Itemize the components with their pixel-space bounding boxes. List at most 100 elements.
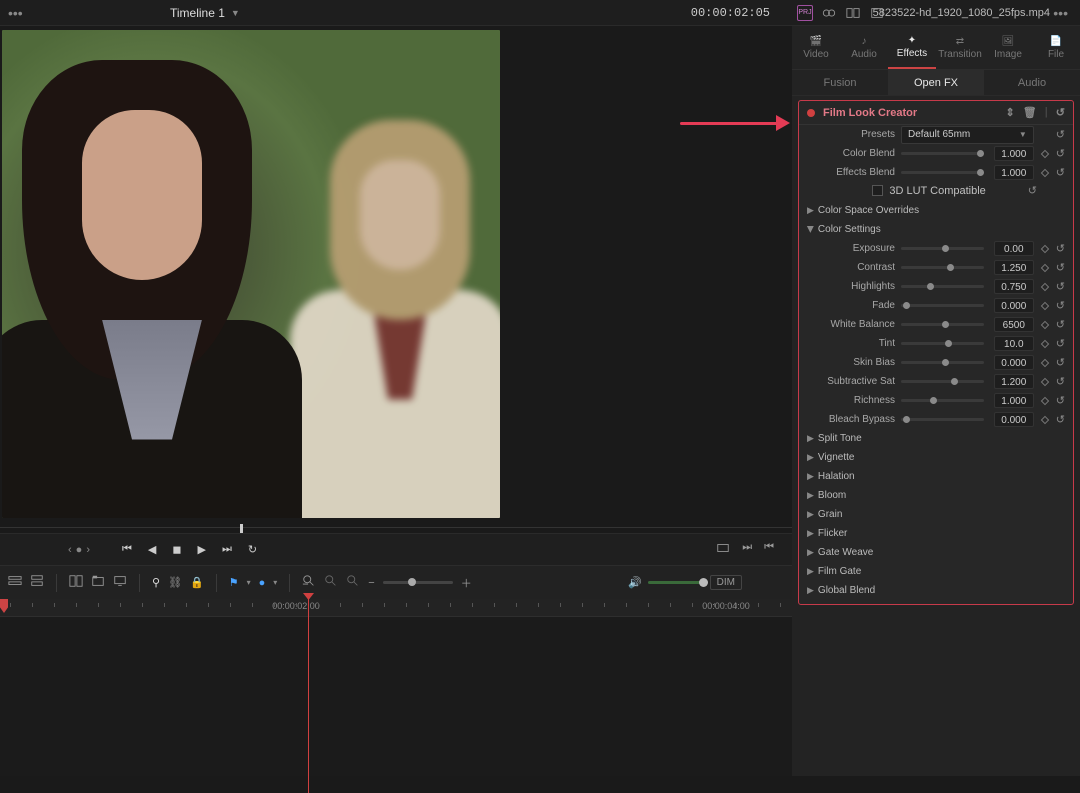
param-slider[interactable]: [901, 399, 984, 402]
inspector-tab-effects[interactable]: ✦Effects: [888, 26, 936, 69]
param-value[interactable]: 0.000: [994, 412, 1034, 427]
timeline-area[interactable]: 00:00:02:0000:00:04:00: [0, 599, 792, 776]
reset-icon[interactable]: ↺: [1056, 261, 1065, 274]
timeline-view-options-icon[interactable]: [8, 574, 22, 591]
reset-icon[interactable]: ↺: [1056, 318, 1065, 331]
bypass-icon[interactable]: [821, 5, 837, 21]
param-value[interactable]: 0.000: [994, 298, 1034, 313]
param-slider[interactable]: [901, 418, 984, 421]
section-grain[interactable]: ▶Grain: [799, 505, 1073, 524]
match-frame-icon[interactable]: [716, 541, 730, 558]
param-value[interactable]: 1.000: [994, 393, 1034, 408]
param-value[interactable]: 1.250: [994, 260, 1034, 275]
next-marker-icon[interactable]: ⏮: [764, 541, 774, 558]
zoom-in-icon[interactable]: ＋: [461, 575, 472, 591]
reset-icon[interactable]: ↺: [1028, 184, 1037, 197]
tabbed-timeline-icon[interactable]: [91, 574, 105, 591]
mini-scrubber[interactable]: [0, 521, 792, 533]
timeline-ruler[interactable]: 00:00:02:0000:00:04:00: [0, 599, 792, 617]
effect-header[interactable]: Film Look Creator ⇕ 🗑 | ↺: [799, 101, 1073, 125]
color-blend-slider[interactable]: [901, 152, 984, 155]
section-halation[interactable]: ▶Halation: [799, 467, 1073, 486]
param-slider[interactable]: [901, 247, 984, 250]
reset-presets-icon[interactable]: ↺: [1056, 128, 1065, 141]
keyframe-icon[interactable]: [1041, 282, 1049, 290]
inspector-tab-transition[interactable]: ⇄Transition: [936, 26, 984, 69]
inspector-subtab-open-fx[interactable]: Open FX: [888, 70, 984, 95]
go-end-icon[interactable]: ⏭: [222, 543, 232, 556]
param-value[interactable]: 1.200: [994, 374, 1034, 389]
keyframe-icon[interactable]: [1041, 263, 1049, 271]
keyframe-icon[interactable]: [1041, 168, 1049, 176]
effects-blend-slider[interactable]: [901, 171, 984, 174]
single-viewer-icon[interactable]: [845, 5, 861, 21]
keyframe-icon[interactable]: [1041, 320, 1049, 328]
reset-icon[interactable]: ↺: [1056, 375, 1065, 388]
param-value[interactable]: 0.000: [994, 355, 1034, 370]
reset-effect-icon[interactable]: ↺: [1056, 106, 1065, 119]
monitor-icon[interactable]: [113, 574, 127, 591]
trash-icon[interactable]: 🗑: [1023, 106, 1037, 119]
section-global-blend[interactable]: ▶Global Blend: [799, 581, 1073, 600]
link-icon[interactable]: ⛓: [168, 576, 182, 589]
zoom-out-icon[interactable]: −: [368, 577, 374, 589]
section-split-tone[interactable]: ▶Split Tone: [799, 429, 1073, 448]
edit-index-icon[interactable]: [69, 574, 83, 591]
reset-icon[interactable]: ↺: [1056, 242, 1065, 255]
keyframe-icon[interactable]: [1041, 339, 1049, 347]
section-color-settings[interactable]: ▶Color Settings: [799, 220, 1073, 239]
playhead[interactable]: [308, 593, 309, 793]
param-slider[interactable]: [901, 266, 984, 269]
reset-icon[interactable]: ↺: [1056, 147, 1065, 160]
zoom-slider[interactable]: [383, 581, 453, 584]
param-value[interactable]: 0.00: [994, 241, 1034, 256]
lut-checkbox[interactable]: [872, 185, 883, 196]
section-flicker[interactable]: ▶Flicker: [799, 524, 1073, 543]
reset-icon[interactable]: ↺: [1056, 413, 1065, 426]
loop-icon[interactable]: ↻: [248, 543, 257, 556]
in-point-marker[interactable]: [0, 599, 8, 613]
snap-icon[interactable]: ⚲: [152, 576, 160, 589]
keyframe-icon[interactable]: [1041, 415, 1049, 423]
volume-slider[interactable]: [648, 581, 704, 584]
param-slider[interactable]: [901, 304, 984, 307]
effect-enabled-dot[interactable]: [807, 109, 815, 117]
reset-icon[interactable]: ↺: [1056, 356, 1065, 369]
stop-icon[interactable]: ◼: [172, 543, 181, 556]
more-menu-right[interactable]: •••: [1045, 5, 1076, 21]
keyframe-icon[interactable]: [1041, 358, 1049, 366]
prev-clip-icon[interactable]: PRJ: [797, 5, 813, 21]
presets-dropdown[interactable]: Default 65mm ▼: [901, 126, 1034, 144]
param-slider[interactable]: [901, 285, 984, 288]
inspector-subtab-audio[interactable]: Audio: [984, 70, 1080, 95]
section-gate-weave[interactable]: ▶Gate Weave: [799, 543, 1073, 562]
param-slider[interactable]: [901, 380, 984, 383]
mark-out-icon[interactable]: ›: [86, 544, 90, 556]
inspector-subtab-fusion[interactable]: Fusion: [792, 70, 888, 95]
inspector-tab-audio[interactable]: ♪Audio: [840, 26, 888, 69]
inspector-tab-image[interactable]: 🖼Image: [984, 26, 1032, 69]
volume-icon[interactable]: 🔊: [628, 576, 642, 589]
section-bloom[interactable]: ▶Bloom: [799, 486, 1073, 505]
viewer[interactable]: [0, 26, 792, 521]
keyframe-icon[interactable]: [1041, 377, 1049, 385]
flag-icon[interactable]: ⚑: [229, 576, 239, 589]
section-film-gate[interactable]: ▶Film Gate: [799, 562, 1073, 581]
zoom-detail-icon[interactable]: [324, 574, 338, 591]
stacked-timeline-icon[interactable]: [30, 574, 44, 591]
reset-icon[interactable]: ↺: [1056, 280, 1065, 293]
lock-icon[interactable]: 🔒: [190, 576, 204, 589]
reset-icon[interactable]: ↺: [1056, 166, 1065, 179]
marker-icon[interactable]: ●: [259, 577, 266, 589]
param-value[interactable]: 0.750: [994, 279, 1034, 294]
param-value[interactable]: 10.0: [994, 336, 1034, 351]
more-menu-left[interactable]: •••: [0, 5, 31, 21]
go-start-icon[interactable]: ⏮: [122, 543, 132, 556]
play-icon[interactable]: ▶: [198, 543, 206, 556]
section-vignette[interactable]: ▶Vignette: [799, 448, 1073, 467]
mark-dot-icon[interactable]: ●: [76, 544, 83, 556]
section-color-space-overrides[interactable]: ▶Color Space Overrides: [799, 201, 1073, 220]
param-slider[interactable]: [901, 342, 984, 345]
keyframe-icon[interactable]: [1041, 301, 1049, 309]
mark-in-icon[interactable]: ‹: [68, 544, 72, 556]
